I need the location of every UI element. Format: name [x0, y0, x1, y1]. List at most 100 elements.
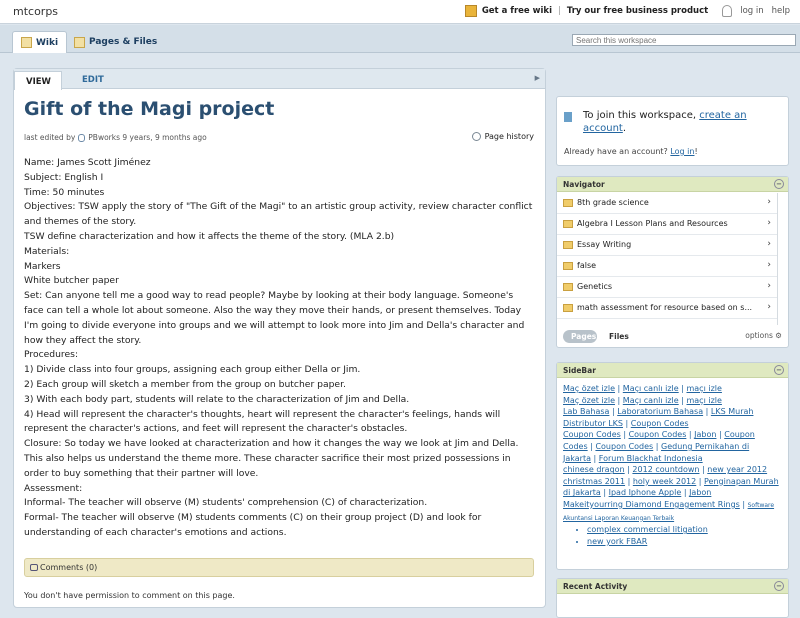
- pbworks-user-icon: [78, 133, 86, 142]
- comment-icon: [30, 564, 38, 571]
- navigator-item[interactable]: Essay Writing ›: [557, 235, 777, 256]
- sidebar-link[interactable]: Coupon Codes: [631, 419, 689, 428]
- sidebar-link-line: Coupon Codes | Coupon Codes | Jabon | Co…: [563, 430, 755, 440]
- sidebar-link[interactable]: Coupon Codes: [563, 430, 621, 439]
- body-line: Subject: English I: [24, 171, 104, 183]
- folder-icon: [563, 262, 573, 270]
- sidebar-link[interactable]: Maçı canlı izle: [623, 384, 679, 393]
- sidebar-link[interactable]: LKS Murah: [711, 407, 754, 416]
- sidebar-link[interactable]: Software: [748, 502, 774, 509]
- last-edited: last edited by PBworks 9 years, 9 months…: [24, 133, 207, 142]
- sidebar-link[interactable]: Jabon: [689, 488, 711, 497]
- main-panel: VIEW EDIT ▶ Gift of the Magi project las…: [13, 68, 546, 608]
- sidebar-panel: SideBar − Maç özet izle | Maçı canlı izle…: [556, 362, 789, 570]
- body-line: 3) With each body part, students will re…: [24, 393, 410, 405]
- comments-bar[interactable]: Comments (0): [24, 558, 534, 577]
- collapse-icon[interactable]: −: [774, 581, 784, 591]
- sidebar-link[interactable]: maçı izle: [686, 384, 721, 393]
- collapse-icon[interactable]: −: [774, 365, 784, 375]
- navigator-item[interactable]: Algebra I Lesson Plans and Resources ›: [557, 214, 777, 235]
- body-line: 1) Divide class into four groups, assign…: [24, 364, 361, 376]
- folder-icon: [563, 199, 573, 207]
- navigator-item[interactable]: Genetics ›: [557, 277, 777, 298]
- sidebar-link[interactable]: Jakarta: [563, 454, 591, 463]
- folder-icon: [563, 241, 573, 249]
- body-line: 2) Each group will sketch a member from …: [24, 378, 346, 390]
- sidebar-link[interactable]: Akuntansi Laporan Keuangan Terbaik: [563, 515, 674, 522]
- search-input[interactable]: [572, 34, 796, 46]
- sidebar-link[interactable]: Maç özet izle: [563, 384, 615, 393]
- sidebar-link[interactable]: Coupon Codes: [595, 442, 653, 451]
- sidebar-link[interactable]: Codes: [563, 442, 588, 451]
- sidebar-link[interactable]: Penginapan Murah: [704, 477, 779, 486]
- last-edited-time: 9 years, 9 months ago: [122, 133, 207, 142]
- sidebar-link-line: Makeityourring Diamond Engagement Rings …: [563, 499, 775, 509]
- sidebar-link[interactable]: di Jakarta: [563, 488, 601, 497]
- sidebar-link[interactable]: Coupon: [724, 430, 755, 439]
- page-body: Name: James Scott Jiménez Subject: Engli…: [24, 156, 534, 541]
- sidebar-link-line: Jakarta | Forum Blackhat Indonesia: [563, 453, 703, 463]
- navigator-item[interactable]: 8th grade science ›: [557, 193, 777, 214]
- pages-icon: [74, 36, 85, 48]
- collapse-icon[interactable]: −: [774, 179, 784, 189]
- expand-arrow-icon[interactable]: ▶: [535, 74, 540, 82]
- sidebar-link[interactable]: Forum Blackhat Indonesia: [599, 454, 703, 463]
- body-line: Assessment:: [24, 482, 83, 494]
- sidebar-link-line: Akuntansi Laporan Keuangan Terbaik: [563, 512, 783, 525]
- sidebar-link[interactable]: new york FBAR: [587, 537, 647, 546]
- navigator-item[interactable]: false ›: [557, 256, 777, 277]
- help-link[interactable]: help: [772, 6, 790, 16]
- sidebar-link[interactable]: Lab Bahasa: [563, 407, 609, 416]
- options-button[interactable]: options ⚙: [745, 331, 782, 340]
- top-links: Get a free wiki | Try our free business …: [464, 5, 790, 17]
- last-edited-user[interactable]: PBworks: [88, 133, 120, 142]
- sidebar-title: SideBar: [563, 366, 596, 375]
- body-line: Materials:: [24, 245, 70, 257]
- navigator-scrollbar[interactable]: [777, 193, 786, 325]
- sidebar-link[interactable]: complex commercial litigation: [587, 525, 708, 534]
- files-toggle[interactable]: Files: [609, 332, 629, 341]
- sidebar-link[interactable]: Laboratorium Bahasa: [617, 407, 703, 416]
- login-link[interactable]: log in: [740, 6, 763, 16]
- tab-wiki-label: Wiki: [36, 37, 59, 48]
- sidebar-link-line: christmas 2011 | holy week 2012 | Pengin…: [563, 476, 779, 486]
- get-free-wiki-link[interactable]: Get a free wiki: [482, 6, 552, 16]
- sidebar-login-link[interactable]: Log in: [670, 147, 694, 156]
- sidebar-link[interactable]: Maçı canlı izle: [623, 396, 679, 405]
- gift-icon: [464, 5, 477, 17]
- sidebar-link[interactable]: chinese dragon: [563, 465, 625, 474]
- try-business-link[interactable]: Try our free business product: [567, 6, 708, 16]
- sidebar-link[interactable]: Maç özet izle: [563, 396, 615, 405]
- sidebar-link[interactable]: Ipad Iphone Apple: [609, 488, 682, 497]
- tab-edit[interactable]: EDIT: [82, 75, 104, 85]
- flag-icon: [564, 112, 572, 122]
- sidebar-link-line: Codes | Coupon Codes | Gedung Pernikahan…: [563, 441, 750, 451]
- sidebar-link[interactable]: maçı izle: [686, 396, 721, 405]
- chevron-right-icon: ›: [767, 239, 771, 249]
- tab-wiki[interactable]: Wiki: [12, 31, 68, 53]
- tab-view[interactable]: VIEW: [14, 71, 62, 90]
- body-line: 4) Head will represent the character's t…: [24, 408, 501, 435]
- view-edit-tabs: VIEW EDIT ▶: [14, 69, 545, 90]
- navigator-item[interactable]: math assessment for resource based on s.…: [557, 298, 777, 319]
- sidebar-link[interactable]: Distributor LKS: [563, 419, 623, 428]
- sidebar-link[interactable]: new year 2012: [707, 465, 767, 474]
- sidebar-link[interactable]: Jabon: [694, 430, 716, 439]
- workspace-name[interactable]: mtcorps: [13, 5, 58, 18]
- tab-pages-files[interactable]: Pages & Files: [66, 31, 165, 53]
- user-icon: [722, 5, 733, 17]
- sidebar-link[interactable]: Coupon Codes: [629, 430, 687, 439]
- body-line: Objectives: TSW apply the story of "The …: [24, 201, 533, 228]
- sidebar-link[interactable]: Makeityourring Diamond Engagement Rings: [563, 500, 740, 509]
- body-line: Time: 50 minutes: [24, 186, 105, 198]
- sidebar-link-line: chinese dragon | 2012 countdown | new ye…: [563, 465, 768, 475]
- sidebar-link[interactable]: 2012 countdown: [632, 465, 699, 474]
- sidebar-link-line: Maç özet izle | Maçı canlı izle | maçı i…: [563, 395, 722, 405]
- page-history-link[interactable]: Page history: [471, 132, 534, 141]
- pages-toggle[interactable]: Pages: [563, 330, 597, 343]
- sidebar-link[interactable]: christmas 2011: [563, 477, 625, 486]
- sidebar-link[interactable]: holy week 2012: [633, 477, 696, 486]
- chevron-right-icon: ›: [767, 218, 771, 228]
- chevron-right-icon: ›: [767, 197, 771, 207]
- sidebar-link[interactable]: Gedung Pernikahan di: [661, 442, 749, 451]
